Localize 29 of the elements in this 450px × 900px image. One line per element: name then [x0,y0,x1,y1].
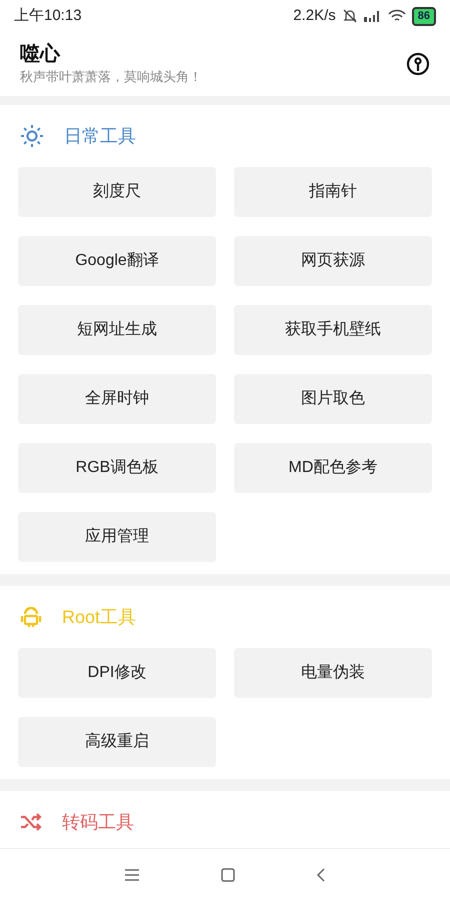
section-title: 日常工具 [64,124,136,148]
tool-button[interactable]: 电量伪装 [234,648,432,698]
section-title: 转码工具 [62,810,134,834]
tool-button[interactable]: 刻度尺 [18,167,216,217]
tool-button[interactable]: DPI修改 [18,648,216,698]
tool-button[interactable]: Google翻译 [18,236,216,286]
network-speed: 2.2K/s [293,6,336,26]
tool-button[interactable]: 短网址生成 [18,305,216,355]
wifi-icon [388,9,406,23]
status-time: 上午10:13 [14,6,82,26]
battery-indicator: 86 [412,6,436,26]
app-subtitle: 秋声带叶萧萧落，莫响城头角！ [20,68,202,86]
tool-button[interactable]: 指南针 [234,167,432,217]
tool-button[interactable]: MD配色参考 [234,443,432,493]
signal-icon [364,10,382,22]
tool-button[interactable]: 全屏时钟 [18,374,216,424]
tool-button[interactable]: 应用管理 [18,512,216,562]
menu-icon[interactable] [124,868,140,882]
tool-button[interactable]: 图片取色 [234,374,432,424]
app-title: 噬心 [20,42,62,67]
info-icon[interactable] [406,52,430,76]
back-icon[interactable] [316,866,326,882]
bell-muted-icon [342,8,358,24]
tool-button[interactable]: 网页获源 [234,236,432,286]
tool-button[interactable]: 高级重启 [18,717,216,767]
home-icon[interactable] [220,866,236,882]
tool-button[interactable]: 获取手机壁纸 [234,305,432,355]
section-title: Root工具 [62,606,136,628]
tool-button[interactable]: RGB调色板 [18,443,216,493]
